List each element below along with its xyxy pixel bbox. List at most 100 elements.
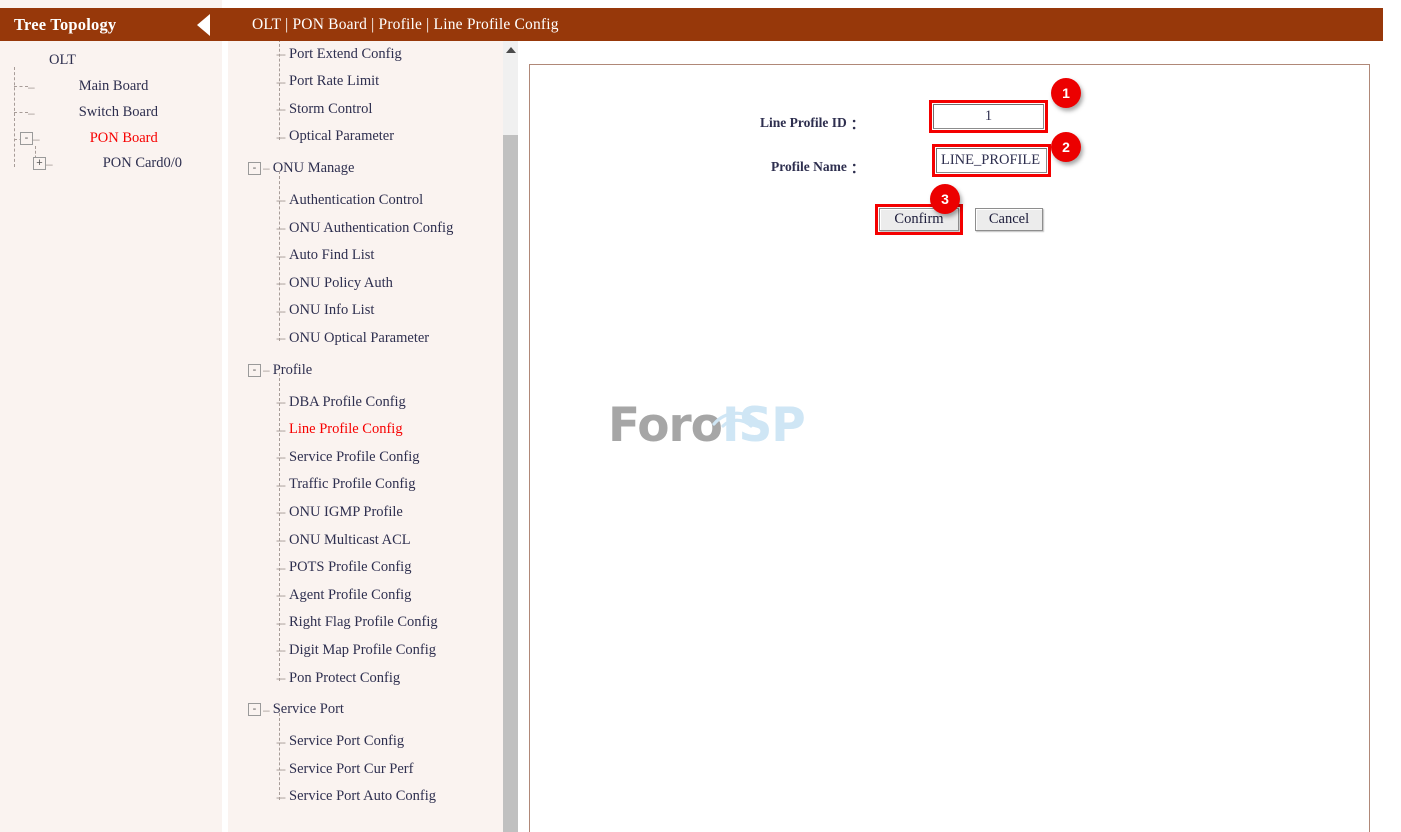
menu-item-label: Port Extend Config	[289, 45, 402, 62]
tree-connector	[14, 86, 28, 87]
menu-item-profile[interactable]: - – Profile	[248, 361, 312, 379]
triangle-left-icon[interactable]	[197, 13, 210, 36]
menu-item-pon-protect-config[interactable]: --- Pon Protect Config	[276, 669, 400, 687]
menu-item-label: Authentication Control	[289, 191, 424, 208]
menu-connector: ---	[276, 221, 286, 235]
menu-item-optical-parameter[interactable]: --- Optical Parameter	[276, 128, 394, 146]
tree-expander-expand-icon[interactable]: +	[33, 157, 46, 170]
tree-topology-sidebar: Tree Topology OLT – Main Board – Switch …	[0, 0, 222, 832]
menu-item-label: Service Port Auto Config	[289, 788, 437, 805]
menu-item-traffic-profile-config[interactable]: --- Traffic Profile Config	[276, 476, 415, 494]
watermark-text-primary: Foro	[608, 398, 723, 453]
menu-item-digit-map-profile-config[interactable]: --- Digit Map Profile Config	[276, 641, 436, 659]
watermark-text: ForoISP	[608, 402, 806, 449]
menu-connector	[279, 41, 280, 140]
menu-item-label: Port Rate Limit	[289, 73, 380, 90]
menu-connector: ---	[276, 331, 286, 346]
menu-item-label: ONU Manage	[272, 159, 355, 176]
cancel-button[interactable]: Cancel	[975, 208, 1043, 231]
menu-item-pots-profile-config[interactable]: --- POTS Profile Config	[276, 559, 411, 577]
menu-item-label: Agent Profile Config	[289, 586, 412, 603]
menu-item-label: ONU Policy Auth	[289, 274, 393, 291]
annotation-badge-2: 2	[1051, 132, 1081, 162]
foroisp-watermark: ForoISP	[608, 394, 806, 454]
tree-item-pon-board[interactable]: - – PON Board	[20, 130, 158, 147]
menu-connector: ---	[276, 102, 286, 117]
menu-connector: ---	[276, 588, 286, 603]
wifi-signal-icon	[712, 411, 762, 428]
line-profile-id-input[interactable]	[933, 104, 1044, 129]
menu-connector: ---	[276, 643, 286, 658]
tree-item-label: PON Card0/0	[102, 155, 183, 171]
profile-name-label: Profile Name	[771, 159, 847, 174]
menu-connector: –	[263, 702, 270, 717]
menu-item-label: Storm Control	[289, 100, 373, 117]
menu-connector: ---	[276, 47, 286, 61]
menu-connector	[279, 373, 280, 681]
menu-item-label: Auto Find List	[289, 247, 375, 264]
menu-item-label: Line Profile Config	[289, 421, 403, 438]
menu-connector: ---	[276, 303, 286, 318]
menu-expander-collapse-icon[interactable]: -	[248, 161, 261, 175]
profile-name-input[interactable]	[936, 148, 1047, 173]
menu-item-service-port-cur-perf[interactable]: --- Service Port Cur Perf	[276, 760, 413, 778]
menu-item-dba-profile-config[interactable]: --- DBA Profile Config	[276, 393, 406, 411]
tree-expander-collapse-icon[interactable]: -	[20, 132, 33, 145]
navigation-menu-panel: --- Port Extend Config --- Port Rate Limit -…	[228, 41, 518, 832]
menu-item-port-rate-limit[interactable]: --- Port Rate Limit	[276, 73, 379, 91]
tree-connector: –	[28, 79, 35, 94]
menu-item-onu-policy-auth[interactable]: --- ONU Policy Auth	[276, 274, 393, 292]
menu-item-port-extend-config[interactable]: --- Port Extend Config	[276, 45, 402, 63]
menu-item-storm-control[interactable]: --- Storm Control	[276, 100, 372, 118]
menu-connector: ---	[276, 450, 286, 465]
menu-connector: ---	[276, 193, 286, 208]
menu-item-auto-find-list[interactable]: --- Auto Find List	[276, 247, 374, 265]
menu-item-onu-igmp-profile[interactable]: --- ONU IGMP Profile	[276, 503, 403, 521]
menu-item-right-flag-profile-config[interactable]: --- Right Flag Profile Config	[276, 614, 438, 632]
menu-connector	[279, 171, 280, 342]
menu-connector: ---	[276, 74, 286, 89]
tree-item-main-board[interactable]: – Main Board	[28, 78, 148, 95]
menu-connector: ---	[276, 533, 286, 547]
menu-item-label: Service Port Cur Perf	[289, 760, 414, 777]
annotation-badge-1: 1	[1051, 78, 1081, 108]
annotation-badge-3: 3	[930, 184, 960, 214]
menu-item-label: ONU Info List	[289, 302, 375, 319]
tree-connector: –	[46, 156, 53, 171]
menu-item-service-port-config[interactable]: --- Service Port Config	[276, 733, 404, 751]
menu-connector: –	[263, 161, 270, 176]
menu-item-service-port[interactable]: - – Service Port	[248, 701, 344, 719]
tree-item-pon-card[interactable]: + – PON Card0/0	[33, 155, 182, 172]
menu-item-label: ONU Multicast ACL	[289, 531, 411, 548]
menu-item-service-profile-config[interactable]: --- Service Profile Config	[276, 448, 419, 466]
menu-item-label: Service Port Config	[289, 733, 405, 750]
menu-connector: ---	[276, 422, 286, 437]
menu-item-label: ONU IGMP Profile	[289, 503, 403, 520]
menu-connector: ---	[276, 395, 286, 409]
menu-item-onu-authentication-config[interactable]: --- ONU Authentication Config	[276, 219, 453, 237]
menu-item-onu-optical-parameter[interactable]: --- ONU Optical Parameter	[276, 329, 429, 347]
content-panel: Line Profile ID ： 1 Profile Name ： 2 Con…	[529, 64, 1370, 832]
label-colon: ：	[850, 117, 865, 132]
menu-item-onu-multicast-acl[interactable]: --- ONU Multicast ACL	[276, 531, 411, 549]
menu-item-onu-info-list[interactable]: --- ONU Info List	[276, 302, 374, 320]
menu-item-agent-profile-config[interactable]: --- Agent Profile Config	[276, 586, 411, 604]
menu-item-label: DBA Profile Config	[289, 393, 406, 410]
tree-item-switch-board[interactable]: – Switch Board	[28, 104, 158, 121]
menu-item-label: Right Flag Profile Config	[289, 614, 438, 631]
breadcrumb: OLT | PON Board | Profile | Line Profile…	[252, 15, 559, 33]
menu-connector: ---	[276, 129, 286, 144]
menu-item-authentication-control[interactable]: --- Authentication Control	[276, 191, 423, 209]
menu-expander-collapse-icon[interactable]: -	[248, 363, 261, 377]
tree-connector: –	[28, 105, 35, 120]
menu-connector: ---	[276, 671, 286, 685]
menu-item-line-profile-config[interactable]: --- Line Profile Config	[276, 421, 403, 439]
menu-expander-collapse-icon[interactable]: -	[248, 703, 261, 717]
tree-item-olt[interactable]: OLT	[8, 52, 76, 69]
menu-scrollbar-thumb[interactable]	[503, 135, 518, 832]
menu-item-service-port-auto-config[interactable]: --- Service Port Auto Config	[276, 788, 436, 806]
menu-item-onu-manage[interactable]: - – ONU Manage	[248, 159, 354, 177]
tree-connector	[14, 112, 28, 113]
line-profile-id-label: Line Profile ID	[760, 115, 847, 130]
triangle-up-icon[interactable]	[503, 41, 518, 58]
